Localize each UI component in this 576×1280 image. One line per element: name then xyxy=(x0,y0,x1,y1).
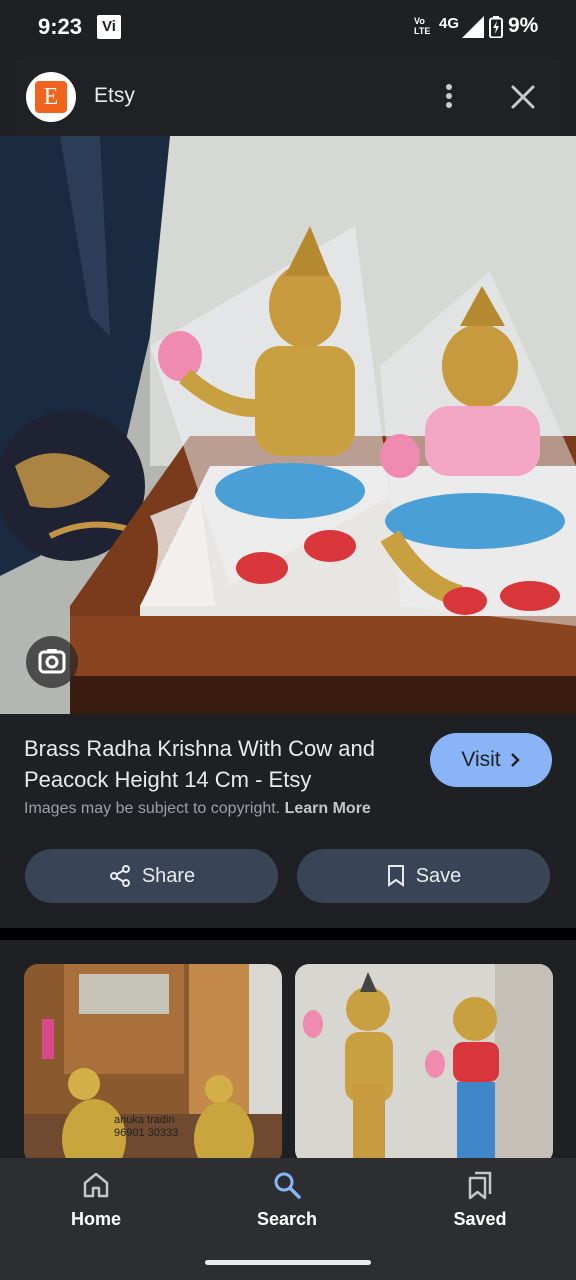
share-button[interactable]: Share xyxy=(25,849,278,903)
learn-more-link[interactable]: Learn More xyxy=(285,800,371,817)
nav-home[interactable]: Home xyxy=(41,1170,151,1230)
etsy-logo[interactable]: E xyxy=(26,72,76,122)
search-icon xyxy=(274,1172,301,1199)
copyright-text: Images may be subject to copyright. xyxy=(24,800,281,817)
bookmark-icon xyxy=(387,865,404,887)
carrier-badge: Vi xyxy=(97,15,121,39)
close-icon[interactable] xyxy=(509,83,537,111)
signal-icon xyxy=(462,16,484,38)
save-label: Save xyxy=(415,864,462,887)
nav-search-label: Search xyxy=(256,1209,318,1229)
battery-icon xyxy=(489,16,503,38)
status-time: 9:23 xyxy=(38,14,83,39)
share-icon xyxy=(109,865,130,887)
share-label: Share xyxy=(141,864,196,887)
lens-icon xyxy=(38,649,66,674)
chevron-right-icon xyxy=(510,753,520,767)
nav-home-label: Home xyxy=(70,1209,121,1229)
visit-button[interactable]: Visit xyxy=(430,733,552,787)
more-vert-icon[interactable] xyxy=(437,82,461,112)
related-image-2-picture xyxy=(295,964,553,1164)
gesture-bar[interactable] xyxy=(205,1260,371,1265)
main-product-image[interactable] xyxy=(0,136,576,714)
network-type: 4G xyxy=(439,15,460,32)
volte-indicator: Vo LTE xyxy=(414,16,431,36)
etsy-logo-letter: E xyxy=(35,81,67,113)
visit-label: Visit xyxy=(461,748,501,771)
watermark-text: anuka tradin 96901 30333 xyxy=(114,1114,179,1139)
nav-saved[interactable]: Saved xyxy=(425,1170,535,1230)
save-button[interactable]: Save xyxy=(297,849,550,903)
related-image-2[interactable] xyxy=(295,964,553,1164)
copyright-notice: Images may be subject to copyright. Lear… xyxy=(24,800,371,818)
section-divider xyxy=(0,928,576,940)
saved-collections-icon xyxy=(468,1171,492,1200)
google-lens-button[interactable] xyxy=(26,636,78,688)
nav-saved-label: Saved xyxy=(453,1209,507,1229)
related-image-1[interactable]: anuka tradin 96901 30333 xyxy=(24,964,282,1164)
result-title[interactable]: Brass Radha Krishna With Cow and Peacock… xyxy=(24,733,414,795)
site-name[interactable]: Etsy xyxy=(94,84,135,108)
nav-search[interactable]: Search xyxy=(232,1170,342,1230)
battery-percent: 9% xyxy=(508,14,539,37)
home-icon xyxy=(83,1172,109,1198)
